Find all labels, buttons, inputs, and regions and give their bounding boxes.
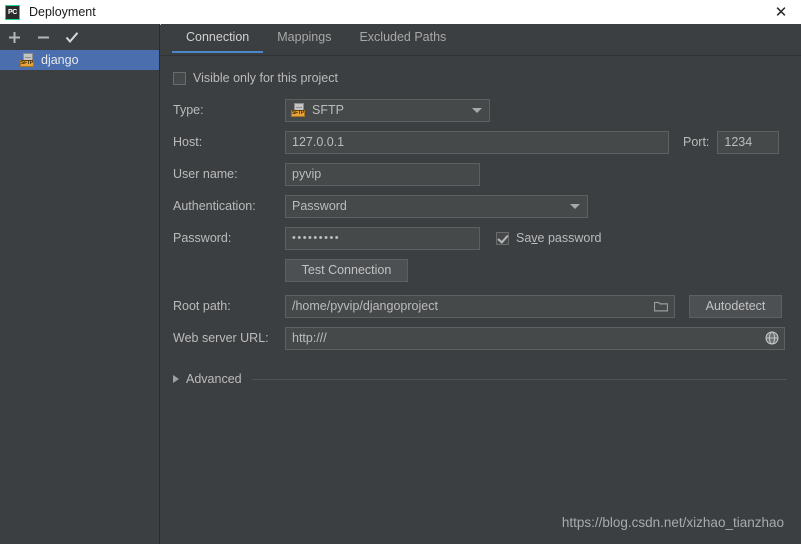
sftp-server-icon: SFTP xyxy=(20,52,36,68)
host-input[interactable]: 127.0.0.1 xyxy=(285,130,669,154)
root-path-value: /home/pyvip/djangoproject xyxy=(292,299,438,313)
web-server-url-row: Web server URL: http:/// xyxy=(161,325,801,351)
password-input[interactable]: ••••••••• xyxy=(285,226,480,250)
host-row: Host: 127.0.0.1 Port: 1234 xyxy=(161,129,801,155)
autodetect-button[interactable]: Autodetect xyxy=(689,294,782,318)
root-path-label: Root path: xyxy=(173,299,231,313)
save-password-checkbox-box xyxy=(496,231,509,245)
sftp-icon-tag: SFTP xyxy=(291,110,305,117)
port-input[interactable]: 1234 xyxy=(717,130,780,154)
user-name-input[interactable]: pyvip xyxy=(285,162,480,186)
tab-excluded-paths[interactable]: Excluded Paths xyxy=(345,24,460,52)
close-icon[interactable]: ✕ xyxy=(761,0,801,24)
deployment-list-toolbar xyxy=(0,24,159,50)
type-select[interactable]: SFTP SFTP xyxy=(285,98,490,122)
sidebar-item-label: django xyxy=(41,53,79,67)
sftp-icon-tag: SFTP xyxy=(20,60,34,67)
visible-only-label: Visible only for this project xyxy=(193,71,338,85)
deployment-list-panel: SFTP django xyxy=(0,24,160,544)
connection-form: Visible only for this project Type: SFTP… xyxy=(161,56,801,386)
type-value: SFTP xyxy=(312,103,344,117)
connection-content: Connection Mappings Excluded Paths Visib… xyxy=(161,24,801,544)
type-row: Type: SFTP SFTP xyxy=(161,97,801,123)
test-connection-row: Test Connection xyxy=(161,257,801,283)
web-server-url-input[interactable]: http:/// xyxy=(285,326,785,350)
authentication-value: Password xyxy=(292,199,347,213)
tab-bar: Connection Mappings Excluded Paths xyxy=(161,24,801,56)
host-label: Host: xyxy=(173,135,203,149)
watermark: https://blog.csdn.net/xizhao_tianzhao xyxy=(561,515,784,530)
chevron-down-icon xyxy=(472,108,482,113)
pycharm-pc-icon: PC xyxy=(5,4,20,20)
advanced-separator xyxy=(251,378,787,380)
visible-only-row: Visible only for this project xyxy=(161,65,801,91)
type-label: Type: xyxy=(173,103,204,117)
password-row: Password: ••••••••• Save password xyxy=(161,225,801,251)
authentication-row: Authentication: Password xyxy=(161,193,801,219)
test-connection-button[interactable]: Test Connection xyxy=(285,258,408,282)
save-password-label: Save password xyxy=(516,231,602,245)
window-title: Deployment xyxy=(29,5,96,19)
root-path-input[interactable]: /home/pyvip/djangoproject xyxy=(285,294,675,318)
sftp-server-icon: SFTP xyxy=(291,102,307,118)
check-icon[interactable] xyxy=(64,29,80,45)
web-server-url-label: Web server URL: xyxy=(173,331,269,345)
save-password-checkbox[interactable]: Save password xyxy=(496,231,601,245)
chevron-right-icon xyxy=(173,375,179,383)
tab-mappings[interactable]: Mappings xyxy=(263,24,345,52)
plus-icon[interactable] xyxy=(6,29,22,45)
title-bar: PC Deployment ✕ xyxy=(0,0,801,25)
advanced-label: Advanced xyxy=(186,372,242,386)
globe-icon[interactable] xyxy=(765,331,779,345)
authentication-label: Authentication: xyxy=(173,199,256,213)
minus-icon[interactable] xyxy=(35,29,51,45)
user-name-label: User name: xyxy=(173,167,238,181)
advanced-section-header[interactable]: Advanced xyxy=(161,372,801,386)
authentication-select[interactable]: Password xyxy=(285,194,588,218)
sidebar-item-django[interactable]: SFTP django xyxy=(0,50,159,70)
root-path-row: Root path: /home/pyvip/djangoproject Aut… xyxy=(161,293,801,319)
chevron-down-icon xyxy=(570,204,580,209)
visible-only-checkbox-box xyxy=(173,71,186,85)
visible-only-checkbox[interactable]: Visible only for this project xyxy=(173,71,338,85)
web-server-url-value: http:/// xyxy=(292,331,327,345)
tab-connection[interactable]: Connection xyxy=(172,24,264,53)
password-label: Password: xyxy=(173,231,232,245)
deployment-dialog: PC Deployment ✕ SFTP django Connection M… xyxy=(0,0,801,544)
user-name-row: User name: pyvip xyxy=(161,161,801,187)
folder-icon[interactable] xyxy=(648,296,673,317)
port-label: Port: xyxy=(683,135,710,149)
